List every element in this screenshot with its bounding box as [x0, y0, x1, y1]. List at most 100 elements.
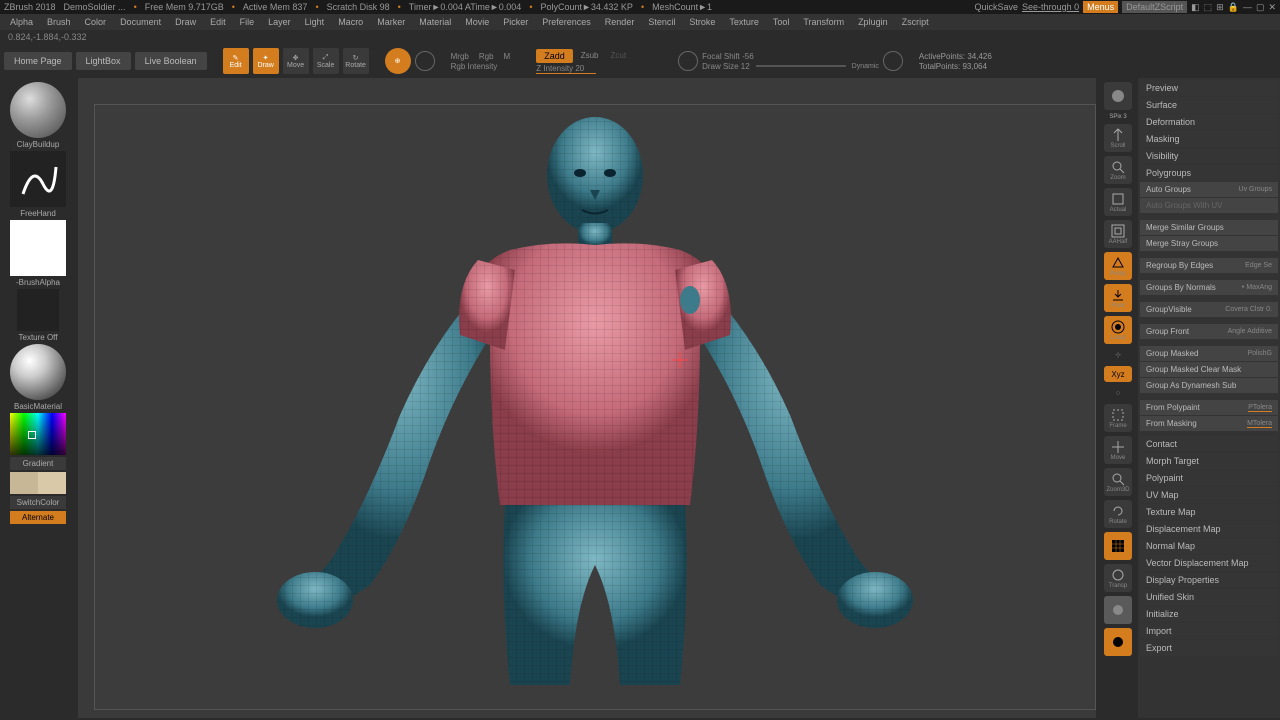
persp-icon[interactable]: Persp [1104, 252, 1132, 280]
panel-texture-map[interactable]: Texture Map [1140, 504, 1278, 520]
draw-mode-button[interactable]: ✦Draw [253, 48, 279, 74]
ghost-icon[interactable] [1104, 596, 1132, 624]
scale-mode-button[interactable]: ⤢Scale [313, 48, 339, 74]
quicksave-button[interactable]: QuickSave [975, 2, 1019, 12]
menu-color[interactable]: Color [79, 16, 113, 28]
brush-thumbnail[interactable] [10, 82, 66, 138]
sculptris-icon[interactable] [415, 51, 435, 71]
menu-alpha[interactable]: Alpha [4, 16, 39, 28]
dynamic-toggle[interactable]: Dynamic [852, 63, 879, 70]
aahalf-icon[interactable]: AAHalf [1104, 220, 1132, 248]
focal-shift-slider[interactable]: Focal Shift -56 [702, 52, 879, 61]
menu-brush[interactable]: Brush [41, 16, 77, 28]
xyz-icon[interactable]: Xyz [1104, 366, 1132, 382]
from-masking-button[interactable]: From MaskingMTolera [1140, 416, 1278, 431]
stroke-thumbnail[interactable] [10, 151, 66, 207]
menu-file[interactable]: File [234, 16, 261, 28]
menu-zplugin[interactable]: Zplugin [852, 16, 894, 28]
alternate-button[interactable]: Alternate [10, 511, 66, 524]
window-icon[interactable]: ⊞ [1216, 2, 1224, 13]
menus-button[interactable]: Menus [1083, 1, 1118, 13]
auto-groups-button[interactable]: Auto GroupsUv Groups [1140, 182, 1278, 197]
rgb-toggle[interactable]: Rgb [479, 52, 494, 61]
panel-polygroups[interactable]: Polygroups [1140, 165, 1278, 181]
menu-picker[interactable]: Picker [497, 16, 534, 28]
live-boolean-button[interactable]: Live Boolean [135, 52, 207, 70]
panel-vector-disp-map[interactable]: Vector Displacement Map [1140, 555, 1278, 571]
group-masked-button[interactable]: Group MaskedPolishG [1140, 346, 1278, 361]
move-mode-button[interactable]: ✥Move [283, 48, 309, 74]
mrgb-toggle[interactable]: Mrgb [451, 52, 469, 61]
focal-circle-icon[interactable] [678, 51, 698, 71]
seethrough-slider[interactable]: See-through 0 [1022, 2, 1079, 12]
panel-import[interactable]: Import [1140, 623, 1278, 639]
panel-preview[interactable]: Preview [1140, 80, 1278, 96]
zoom3d-icon[interactable]: Zoom3D [1104, 468, 1132, 496]
zoom-icon[interactable]: Zoom [1104, 156, 1132, 184]
group-visible-button[interactable]: GroupVisibleCovera Clstr 0. [1140, 302, 1278, 317]
viewport[interactable] [78, 78, 1096, 718]
spix-label[interactable]: SPix 3 [1109, 114, 1126, 120]
panel-deformation[interactable]: Deformation [1140, 114, 1278, 130]
z-intensity-slider[interactable]: Z Intensity 20 [536, 64, 596, 74]
groups-normals-button[interactable]: Groups By Normals• MaxAng [1140, 280, 1278, 295]
menu-document[interactable]: Document [114, 16, 167, 28]
menu-render[interactable]: Render [599, 16, 641, 28]
material-thumbnail[interactable] [10, 344, 66, 400]
menu-edit[interactable]: Edit [204, 16, 232, 28]
gradient-label[interactable]: Gradient [10, 457, 66, 470]
from-polypaint-button[interactable]: From PolypaintPTolera [1140, 400, 1278, 415]
menu-macro[interactable]: Macro [332, 16, 369, 28]
rotate-mode-button[interactable]: ↻Rotate [343, 48, 369, 74]
zcut-button[interactable]: Zcut [607, 50, 631, 61]
size-circle-icon[interactable] [883, 51, 903, 71]
canvas[interactable] [94, 104, 1096, 710]
merge-similar-button[interactable]: Merge Similar Groups [1140, 220, 1278, 235]
lock-axis-icon[interactable]: ⊹ [1104, 348, 1132, 362]
actual-icon[interactable]: Actual [1104, 188, 1132, 216]
y-icon[interactable]: ○ [1104, 386, 1132, 400]
panel-masking[interactable]: Masking [1140, 131, 1278, 147]
window-icon[interactable]: ◧ [1191, 2, 1200, 13]
close-icon[interactable]: ✕ [1268, 2, 1276, 13]
floor-icon[interactable]: Floor [1104, 284, 1132, 312]
m-toggle[interactable]: M [504, 52, 511, 61]
menu-stroke[interactable]: Stroke [683, 16, 721, 28]
panel-contact[interactable]: Contact [1140, 436, 1278, 452]
menu-tool[interactable]: Tool [767, 16, 796, 28]
switchcolor-button[interactable]: SwitchColor [10, 496, 66, 509]
maximize-icon[interactable]: ▢ [1256, 2, 1265, 13]
default-zscript[interactable]: DefaultZScript [1122, 1, 1187, 13]
scroll-icon[interactable]: Scroll [1104, 124, 1132, 152]
auto-groups-uv-button[interactable]: Auto Groups With UV [1140, 198, 1278, 213]
menu-texture[interactable]: Texture [723, 16, 765, 28]
panel-visibility[interactable]: Visibility [1140, 148, 1278, 164]
menu-layer[interactable]: Layer [262, 16, 297, 28]
panel-display-properties[interactable]: Display Properties [1140, 572, 1278, 588]
panel-normal-map[interactable]: Normal Map [1140, 538, 1278, 554]
rotate-view-icon[interactable]: Rotate [1104, 500, 1132, 528]
polyframe-icon[interactable] [1104, 532, 1132, 560]
panel-unified-skin[interactable]: Unified Skin [1140, 589, 1278, 605]
menu-light[interactable]: Light [299, 16, 331, 28]
lock-icon[interactable]: 🔒 [1228, 2, 1239, 13]
local-icon[interactable]: Local [1104, 316, 1132, 344]
move-view-icon[interactable]: Move [1104, 436, 1132, 464]
gizmo-button[interactable]: ⊕ [385, 48, 411, 74]
color-picker[interactable] [10, 413, 66, 455]
bpr-icon[interactable] [1104, 82, 1132, 110]
regroup-edges-button[interactable]: Regroup By EdgesEdge Se [1140, 258, 1278, 273]
panel-initialize[interactable]: Initialize [1140, 606, 1278, 622]
panel-morph-target[interactable]: Morph Target [1140, 453, 1278, 469]
solo-icon[interactable] [1104, 628, 1132, 656]
panel-displacement-map[interactable]: Displacement Map [1140, 521, 1278, 537]
minimize-icon[interactable]: — [1243, 2, 1252, 12]
group-masked-clear-button[interactable]: Group Masked Clear Mask [1140, 362, 1278, 377]
menu-zscript[interactable]: Zscript [896, 16, 935, 28]
texture-thumbnail[interactable] [17, 289, 59, 331]
draw-size-slider[interactable]: Draw Size 12 [702, 62, 750, 71]
color-swatches[interactable] [10, 472, 66, 494]
zadd-button[interactable]: Zadd [536, 49, 573, 63]
panel-export[interactable]: Export [1140, 640, 1278, 656]
panel-surface[interactable]: Surface [1140, 97, 1278, 113]
